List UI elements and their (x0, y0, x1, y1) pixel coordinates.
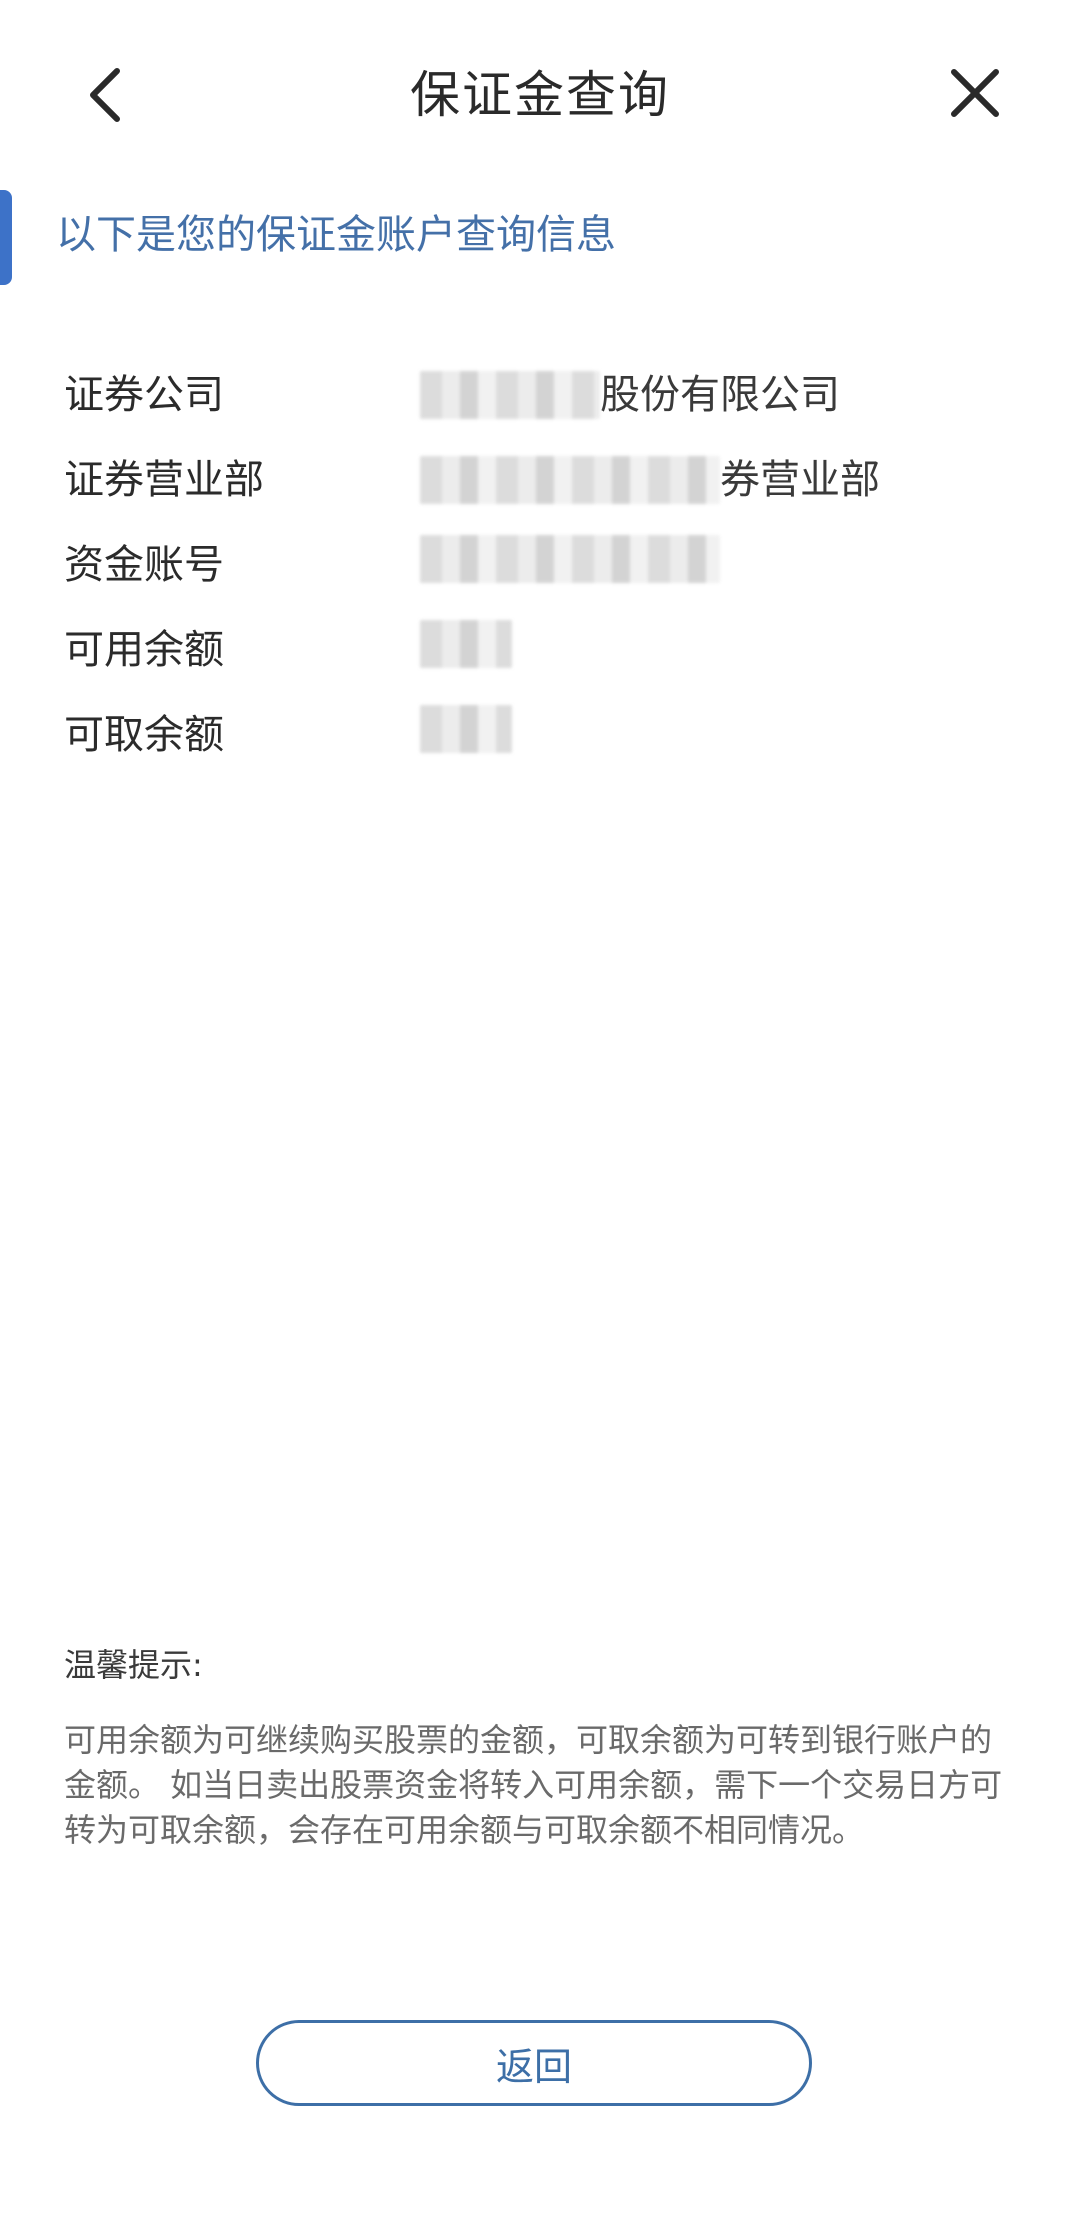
margin-query-page: 保证金查询 以下是您的保证金账户查询信息 证券公司 股份有限公司 证券营业部 券… (0, 0, 1080, 2235)
tips-body: 可用余额为可继续购买股票的金额，可取余额为可转到银行账户的金额。 如当日卖出股票… (64, 1721, 1003, 1849)
info-value: 券营业部 (420, 450, 880, 510)
info-row-securities-company: 证券公司 股份有限公司 (0, 355, 1080, 440)
info-row-branch: 证券营业部 券营业部 (0, 440, 1080, 525)
info-label: 资金账号 (64, 542, 224, 588)
info-value (420, 535, 720, 583)
section-accent-bar (0, 190, 12, 285)
redacted-mosaic (420, 535, 720, 583)
info-value-suffix: 股份有限公司 (600, 372, 840, 418)
info-row-withdrawable-balance: 可取余额 (0, 695, 1080, 780)
info-value (420, 620, 512, 668)
account-info-list: 证券公司 股份有限公司 证券营业部 券营业部 资金账号 可用余额 可取余额 (0, 355, 1080, 780)
return-button[interactable]: 返回 (256, 2020, 812, 2106)
page-title: 保证金查询 (410, 66, 670, 124)
info-row-fund-account: 资金账号 (0, 525, 1080, 610)
info-label: 证券公司 (64, 372, 224, 418)
tips-title: 温馨提示: (64, 1646, 203, 1684)
info-label: 证券营业部 (64, 457, 264, 503)
info-label: 可取余额 (64, 712, 224, 758)
info-value-suffix: 券营业部 (720, 457, 880, 503)
close-button[interactable] (940, 58, 1010, 128)
info-label: 可用余额 (64, 627, 224, 673)
header: 保证金查询 (0, 0, 1080, 190)
info-row-available-balance: 可用余额 (0, 610, 1080, 695)
redacted-mosaic (420, 456, 720, 504)
section-heading: 以下是您的保证金账户查询信息 (56, 212, 616, 258)
close-icon (951, 69, 999, 117)
redacted-mosaic (420, 705, 512, 753)
redacted-mosaic (420, 371, 600, 419)
info-value: 股份有限公司 (420, 365, 840, 425)
info-value (420, 705, 512, 753)
redacted-mosaic (420, 620, 512, 668)
